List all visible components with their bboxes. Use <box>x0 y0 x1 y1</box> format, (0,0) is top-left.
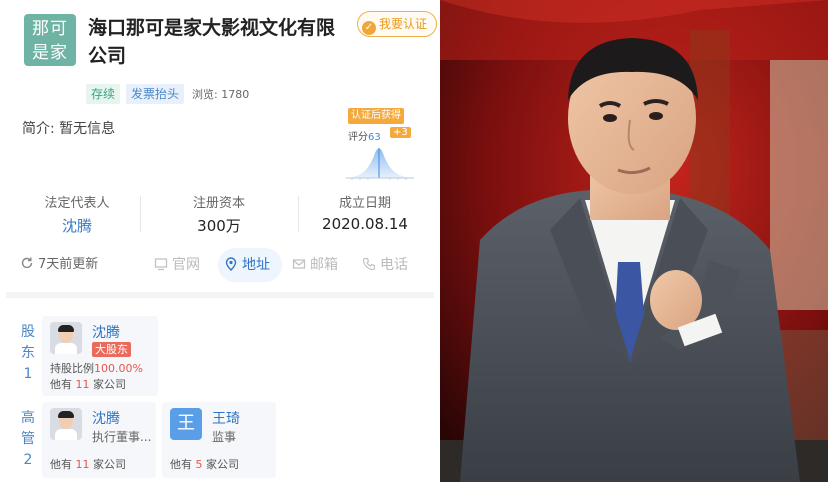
person-photo <box>440 0 828 482</box>
divider <box>298 196 299 232</box>
refresh-button[interactable]: 7天前更新 <box>20 248 98 282</box>
count-prefix: 他有 <box>170 458 196 471</box>
section-label-count: 2 <box>23 452 33 468</box>
section-label-count: 1 <box>23 366 33 382</box>
avatar: 王 <box>170 408 202 440</box>
logo-line-1: 那可 <box>32 19 68 39</box>
location-pin-icon <box>225 257 237 271</box>
logo-line-2: 是家 <box>32 43 68 63</box>
section-label-char: 东 <box>21 345 35 361</box>
count-number: 5 <box>195 458 203 471</box>
view-count: 浏览: 1780 <box>192 88 250 101</box>
executive-card[interactable]: 王 王琦 监事 他有 5 家公司 <box>162 402 276 478</box>
count-number: 11 <box>75 378 90 391</box>
divider <box>140 196 141 232</box>
share-label: 持股比例 <box>50 362 94 375</box>
phone-button[interactable]: 电话 <box>362 248 408 282</box>
count-suffix: 家公司 <box>202 458 239 471</box>
company-count[interactable]: 他有 5 家公司 <box>170 456 239 472</box>
mail-icon <box>292 259 306 269</box>
stat-value: 2020.08.14 <box>322 215 408 233</box>
verify-label: 我要认证 <box>379 17 428 31</box>
check-icon: ✓ <box>362 21 376 35</box>
legal-representative[interactable]: 法定代表人 沈腾 <box>12 192 142 236</box>
avatar <box>50 322 82 354</box>
email-label: 邮箱 <box>310 257 338 273</box>
person-name[interactable]: 沈腾 <box>92 322 120 342</box>
count-number: 11 <box>75 458 90 471</box>
address-button[interactable]: 地址 <box>218 248 282 282</box>
avatar <box>50 408 82 440</box>
update-label: 7天前更新 <box>38 257 99 272</box>
share-value: 100.00% <box>94 362 143 375</box>
company-card: 那可 是家 海口那可是家大影视文化有限公司 ✓ 我要认证 存续 发票抬头 浏览: … <box>0 0 440 482</box>
count-prefix: 他有 <box>50 378 76 391</box>
score-plus: +3 <box>390 127 411 138</box>
status-badge: 存续 <box>86 84 121 104</box>
share-ratio: 持股比例100.00% <box>50 360 143 376</box>
section-divider <box>6 292 434 298</box>
monitor-icon <box>154 258 168 271</box>
count-suffix: 家公司 <box>89 458 126 471</box>
invoice-tag[interactable]: 发票抬头 <box>126 84 185 104</box>
bell-curve-icon <box>346 148 414 180</box>
company-name: 海口那可是家大影视文化有限公司 <box>88 17 336 67</box>
stat-label: 成立日期 <box>338 196 391 211</box>
person-photo-illustration <box>440 0 828 482</box>
section-label-char: 高 <box>21 410 35 426</box>
score-widget[interactable]: 认证后获得 评分63 +3 <box>340 108 420 184</box>
person-role: 执行董事... <box>92 430 152 444</box>
phone-label: 电话 <box>380 257 408 273</box>
shareholder-section-label[interactable]: 股 东 1 <box>20 322 36 385</box>
section-label-char: 管 <box>21 431 35 447</box>
company-count[interactable]: 他有 11 家公司 <box>50 376 126 392</box>
founding-date: 成立日期 2020.08.14 <box>300 192 430 233</box>
verify-button[interactable]: ✓ 我要认证 <box>357 11 437 37</box>
person-name[interactable]: 王琦 <box>212 408 240 428</box>
website-label: 官网 <box>172 257 200 273</box>
person-name[interactable]: 沈腾 <box>92 408 120 428</box>
count-suffix: 家公司 <box>89 378 126 391</box>
email-button[interactable]: 邮箱 <box>292 248 338 282</box>
action-bar: 7天前更新 官网 地址 邮箱 电话 <box>0 248 440 284</box>
legal-representative-link[interactable]: 沈腾 <box>12 215 142 236</box>
stat-label: 注册资本 <box>192 196 245 211</box>
major-shareholder-badge: 大股东 <box>92 342 131 357</box>
stat-value: 300万 <box>197 217 241 235</box>
count-prefix: 他有 <box>50 458 76 471</box>
person-role: 监事 <box>212 430 237 444</box>
company-logo: 那可 是家 <box>24 14 76 66</box>
website-button[interactable]: 官网 <box>154 248 200 282</box>
address-label: 地址 <box>242 257 270 273</box>
stat-label: 法定代表人 <box>44 196 110 211</box>
executive-card[interactable]: 沈腾 执行董事... 他有 11 家公司 <box>42 402 156 478</box>
company-count[interactable]: 他有 11 家公司 <box>50 456 126 472</box>
section-label-char: 股 <box>21 324 35 340</box>
company-intro: 简介: 暂无信息 <box>22 121 116 137</box>
refresh-icon <box>21 257 33 269</box>
score-badge: 认证后获得 <box>348 108 404 124</box>
executives-section-label[interactable]: 高 管 2 <box>20 408 36 471</box>
shareholder-card[interactable]: 沈腾 大股东 持股比例100.00% 他有 11 家公司 <box>42 316 158 396</box>
phone-icon <box>362 257 376 271</box>
registered-capital: 注册资本 300万 <box>154 192 284 236</box>
